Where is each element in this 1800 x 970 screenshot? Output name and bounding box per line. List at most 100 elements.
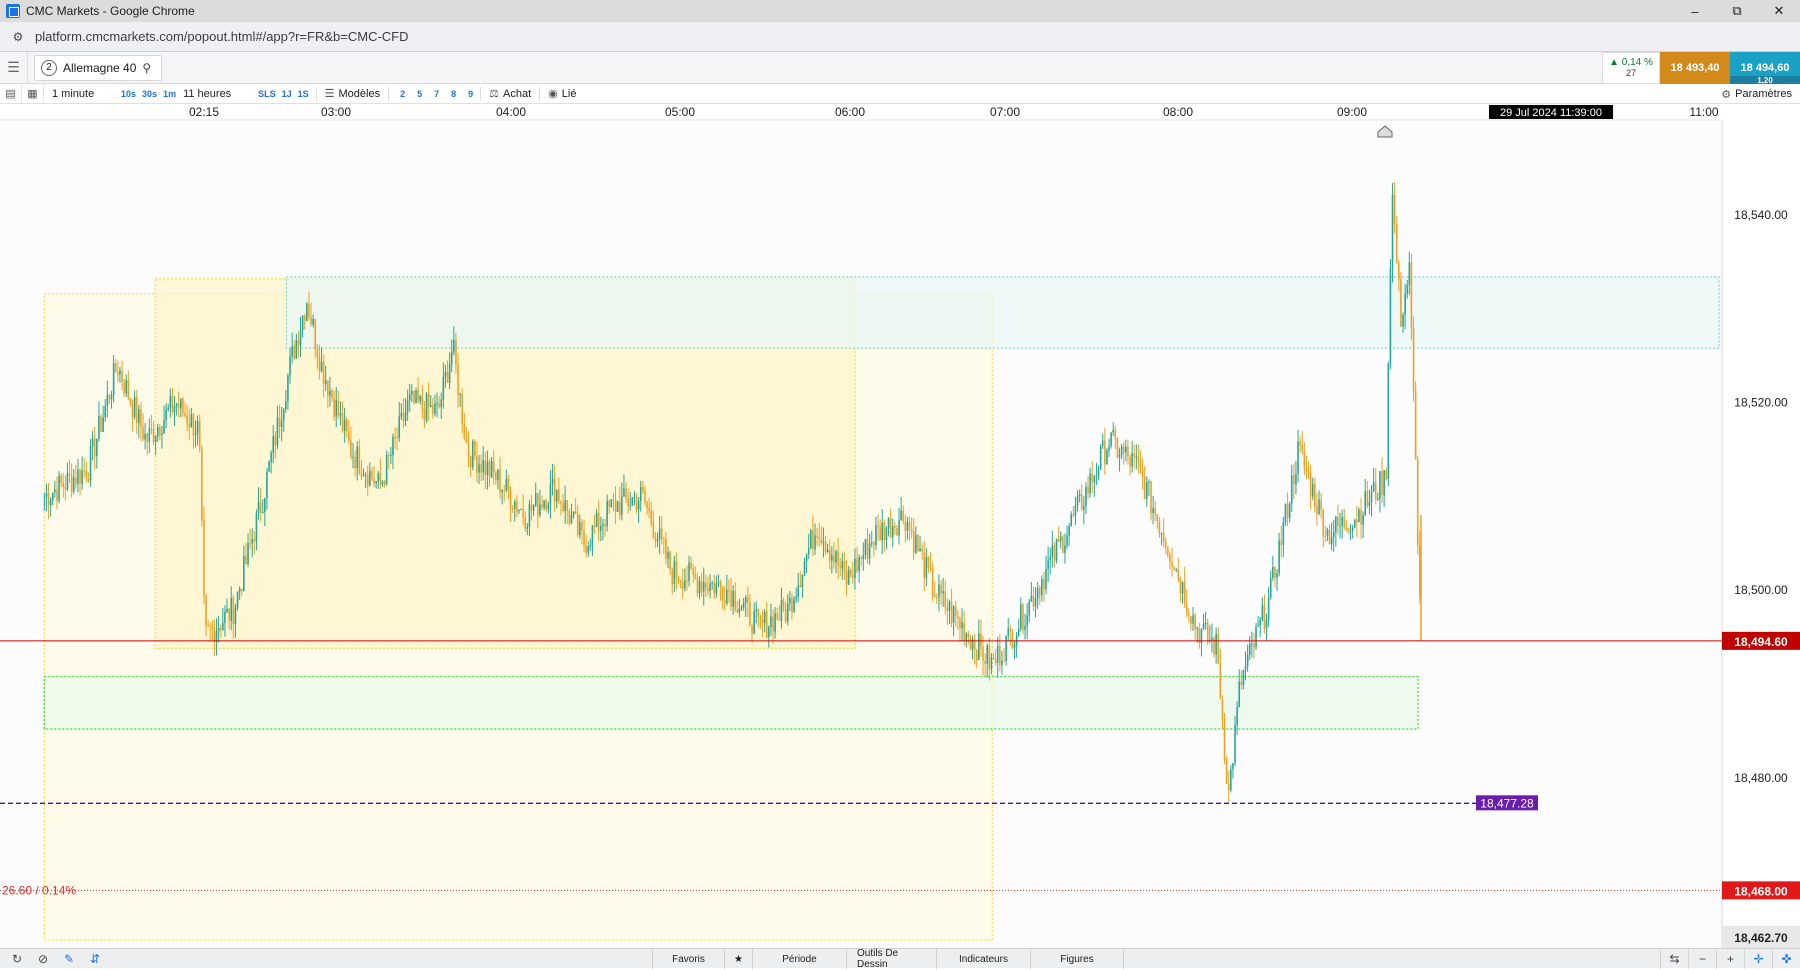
candle-body	[253, 539, 256, 542]
candle-body	[1059, 536, 1062, 542]
restore-button[interactable]: ⧉	[1716, 0, 1758, 22]
candle-body	[602, 524, 604, 526]
candle-body	[694, 575, 697, 578]
tab-period[interactable]: Période	[752, 949, 846, 969]
candle-body	[791, 597, 793, 613]
fit-icon[interactable]: ⇆	[1660, 949, 1688, 969]
candle-body	[1179, 580, 1182, 594]
candle-body	[198, 421, 201, 449]
candle-body	[675, 560, 678, 578]
quick-span-sls[interactable]: SLS	[255, 85, 279, 103]
settings-label[interactable]: Paramètres	[1735, 88, 1792, 100]
candle-body	[1024, 625, 1026, 630]
layout-7[interactable]: 7	[431, 85, 442, 103]
menu-icon[interactable]: ☰	[0, 51, 28, 84]
quick-span-1j[interactable]: 1J	[279, 85, 295, 103]
candle-body	[906, 522, 909, 531]
candle-body	[1156, 514, 1159, 522]
interval-select[interactable]: 1 minute	[44, 85, 118, 103]
candle-body	[453, 339, 455, 352]
address-bar[interactable]: ⚙ platform.cmcmarkets.com/popout.html#/a…	[0, 22, 1800, 52]
quick-interval-10s[interactable]: 10s	[118, 85, 139, 103]
crosshair-alt-icon[interactable]: ✜	[1772, 949, 1800, 969]
candle-body	[287, 375, 289, 402]
timespan-select[interactable]: 11 heures	[179, 85, 255, 103]
candle-body	[742, 602, 745, 608]
candle-body	[763, 611, 766, 624]
search-icon[interactable]: ⚲	[142, 61, 151, 75]
candle-body	[665, 539, 667, 559]
current-price-label: 18,494.60	[1734, 635, 1788, 649]
quick-interval-1m[interactable]: 1m	[160, 85, 179, 103]
settings-icon[interactable]: ⚙	[1721, 88, 1731, 101]
close-button[interactable]: ✕	[1758, 0, 1800, 22]
pencil-icon[interactable]: ✎	[56, 949, 82, 969]
instrument-tab[interactable]: 2 Allemagne 40 ⚲	[34, 54, 163, 81]
chart-list-icon[interactable]: ▤	[0, 84, 22, 103]
tab-drawing-tools[interactable]: Outils De Dessin	[846, 948, 936, 970]
star-icon[interactable]: ★	[724, 949, 752, 969]
candle-body	[329, 390, 331, 396]
layout-8[interactable]: 8	[448, 85, 459, 103]
candle-body	[1185, 603, 1188, 613]
candle-body	[1074, 505, 1077, 516]
arrows-icon[interactable]: ⇵	[82, 949, 108, 969]
url-text[interactable]: platform.cmcmarkets.com/popout.html#/app…	[35, 29, 409, 44]
candle-body	[507, 478, 510, 492]
disable-icon[interactable]: ⊘	[30, 949, 56, 969]
candle-body	[278, 417, 281, 427]
candle-body	[975, 650, 978, 661]
candle-body	[1276, 573, 1278, 578]
app-icon	[6, 4, 20, 18]
candle-body	[873, 542, 875, 545]
candle-body	[1251, 643, 1253, 645]
candle-body	[1219, 663, 1222, 700]
candle-body	[108, 395, 111, 400]
candle-body	[1087, 486, 1089, 494]
zoom-in-icon[interactable]: +	[1716, 949, 1744, 969]
candle-body	[618, 501, 621, 515]
price-chart[interactable]: 02:15 03:00 04:00 05:00 06:00 07:00 08:00 09:00…	[0, 104, 1800, 948]
chart-bottom-bar: ↻ ⊘ ✎ ⇵ Favoris ★ Période Outils De Dess…	[0, 948, 1800, 970]
crosshair-icon[interactable]: ✛	[1744, 949, 1772, 969]
minimize-button[interactable]: –	[1674, 0, 1716, 22]
candle-body	[1343, 516, 1346, 528]
tab-favorites[interactable]: Favoris	[652, 949, 724, 969]
quick-span-1s[interactable]: 1S	[295, 85, 312, 103]
candle-body	[1311, 483, 1314, 497]
candle-body	[929, 567, 932, 569]
candle-body	[1332, 532, 1335, 538]
layout-grid-icon[interactable]: ▦	[22, 84, 44, 103]
refresh-icon[interactable]: ↻	[4, 949, 30, 969]
candle-body	[1026, 615, 1028, 626]
tab-indicators[interactable]: Indicateurs	[936, 949, 1030, 969]
sell-price-button[interactable]: 18 493,40	[1660, 52, 1730, 84]
candle-body	[184, 412, 186, 416]
linked-button[interactable]: ◉ Lié	[544, 85, 580, 103]
candle-body	[797, 584, 800, 598]
candle-body	[427, 394, 430, 408]
candle-body	[1347, 528, 1350, 532]
templates-button[interactable]: ☰ Modèles	[321, 85, 384, 103]
candle-body	[175, 403, 178, 406]
layout-9[interactable]: 9	[465, 85, 476, 103]
candle-body	[154, 436, 157, 442]
candle-body	[889, 517, 892, 538]
zoom-out-icon[interactable]: −	[1688, 949, 1716, 969]
buy-tool-button[interactable]: ⚖ Achat	[485, 85, 535, 103]
layout-2[interactable]: 2	[397, 85, 408, 103]
y-tick-label: 18,500.00	[1734, 583, 1788, 597]
candle-body	[671, 569, 674, 585]
candle-body	[228, 608, 230, 621]
site-settings-icon[interactable]: ⚙	[9, 30, 27, 44]
candle-body	[1131, 453, 1133, 467]
tab-figures[interactable]: Figures	[1030, 949, 1124, 969]
candle-body	[70, 475, 73, 492]
layout-5[interactable]: 5	[414, 85, 425, 103]
quick-interval-30s[interactable]: 30s	[139, 85, 160, 103]
candle-body	[442, 376, 445, 400]
buy-price-button[interactable]: 18 494,60 1,20	[1730, 52, 1800, 85]
candle-body	[564, 500, 566, 512]
candle-body	[1280, 540, 1283, 545]
candle-body	[446, 372, 449, 383]
